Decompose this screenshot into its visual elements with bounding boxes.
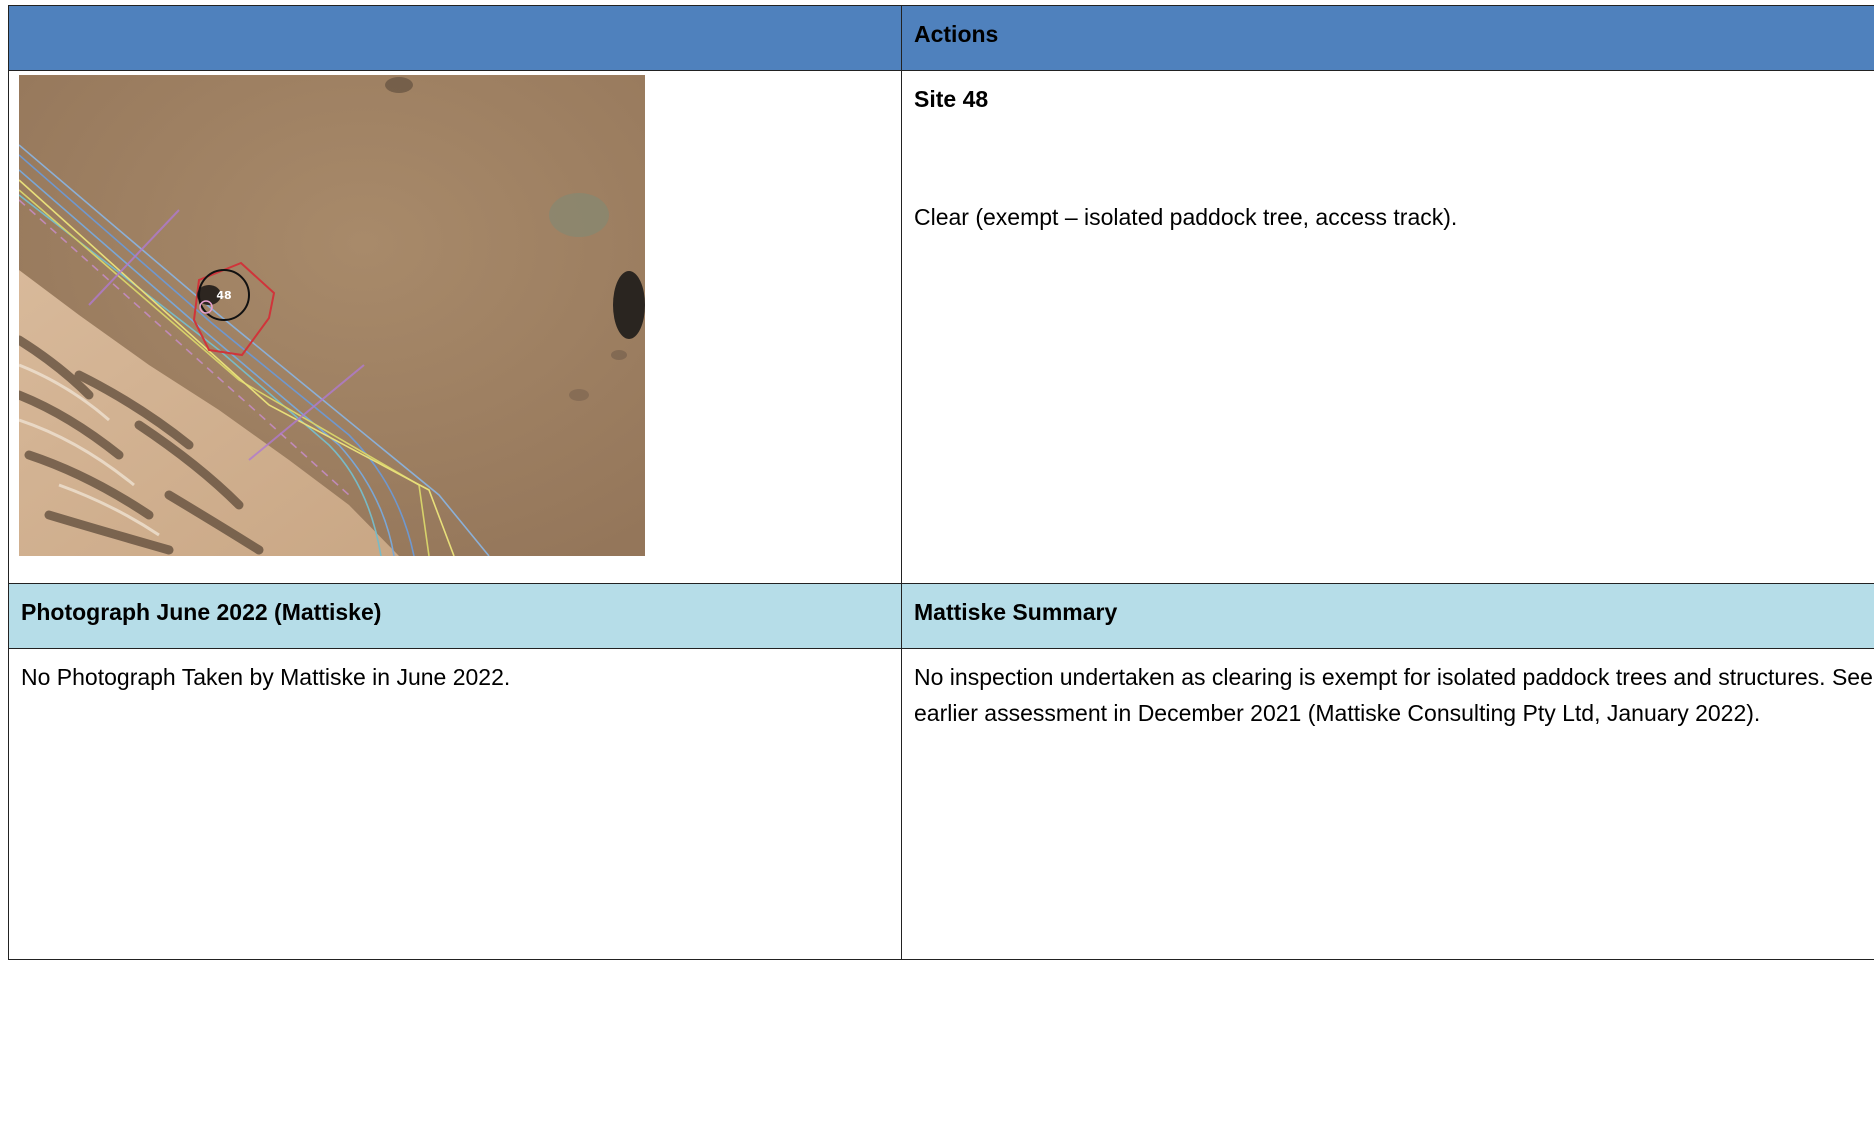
photo-note-cell: No Photograph Taken by Mattiske in June … — [8, 648, 902, 960]
photograph-header-cell: Photograph June 2022 (Mattiske) — [8, 583, 902, 649]
site-actions-cell: Site 48 Clear (exempt – isolated paddock… — [901, 70, 1874, 584]
actions-heading: Actions — [914, 21, 999, 47]
aerial-image-cell: 48 — [8, 70, 902, 584]
details-row: No Photograph Taken by Mattiske in June … — [8, 648, 1874, 960]
summary-text: No inspection undertaken as clearing is … — [914, 664, 1873, 726]
header-row: Actions — [8, 5, 1874, 71]
site-title: Site 48 — [914, 86, 989, 112]
summary-heading: Mattiske Summary — [914, 599, 1118, 625]
header-cell-actions: Actions — [901, 5, 1874, 71]
photo-note: No Photograph Taken by Mattiske in June … — [21, 664, 511, 690]
photograph-heading: Photograph June 2022 (Mattiske) — [21, 599, 382, 625]
site-marker-label: 48 — [216, 289, 231, 302]
header-cell-left — [8, 5, 902, 71]
action-text: Clear (exempt – isolated paddock tree, a… — [914, 204, 1458, 230]
assessment-table: Actions 48 Site 48 Clear (exempt – isola… — [8, 5, 1874, 960]
site-row: 48 Site 48 Clear (exempt – isolated padd… — [8, 70, 1874, 584]
header-left-label — [9, 6, 901, 16]
summary-cell: No inspection undertaken as clearing is … — [901, 648, 1874, 960]
summary-header-cell: Mattiske Summary — [901, 583, 1874, 649]
section-header-row: Photograph June 2022 (Mattiske) Mattiske… — [8, 583, 1874, 649]
aerial-photo: 48 — [19, 75, 645, 556]
